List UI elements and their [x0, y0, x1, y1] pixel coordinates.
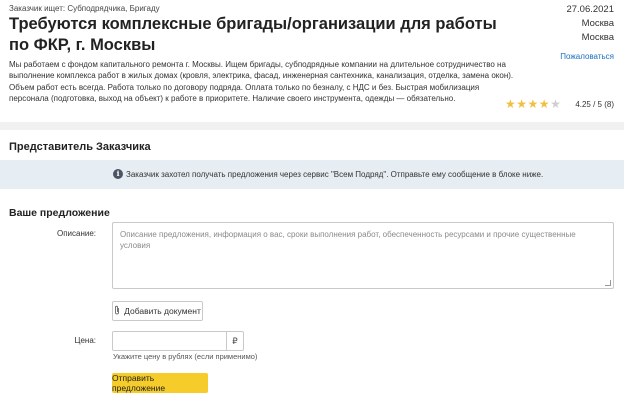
- order-date: 27.06.2021: [566, 4, 614, 15]
- star-icon: ★: [538, 97, 551, 111]
- price-input[interactable]: [113, 332, 226, 350]
- description-placeholder: Описание предложения, информация о вас, …: [120, 230, 576, 250]
- star-icon: ★: [527, 97, 539, 111]
- price-field: ₽: [112, 331, 244, 351]
- price-hint: Укажите цену в рублях (если применимо): [113, 352, 258, 361]
- notice-banner: i Заказчик захотел получать предложения …: [0, 160, 624, 189]
- notice-text: Заказчик захотел получать предложения че…: [126, 170, 544, 179]
- rating-value: 4.25 / 5 (8): [575, 100, 614, 109]
- add-document-label: Добавить документ: [124, 306, 201, 316]
- complain-link[interactable]: Пожаловаться: [560, 52, 614, 61]
- order-title: Требуются комплексные бригады/организаци…: [9, 15, 497, 54]
- order-city: Москва: [581, 18, 614, 29]
- rating-stars: ★★★★★: [505, 97, 561, 111]
- price-label: Цена:: [74, 336, 96, 345]
- description-textarea[interactable]: Описание предложения, информация о вас, …: [112, 222, 614, 289]
- star-icon: ★: [550, 97, 562, 111]
- description-label: Описание:: [56, 229, 96, 238]
- offer-title: Ваше предложение: [9, 207, 110, 219]
- submit-offer-button[interactable]: Отправить предложение: [112, 373, 208, 393]
- paperclip-icon: [114, 305, 120, 317]
- order-region: Москва: [581, 32, 614, 43]
- star-icon: ★: [516, 97, 528, 111]
- representative-title: Представитель Заказчика: [9, 141, 151, 153]
- order-card: Заказчик ищет: Субподрядчика, Бригаду Тр…: [0, 0, 624, 122]
- offer-card: Представитель Заказчика i Заказчик захот…: [0, 130, 624, 395]
- order-description: Мы работаем с фондом капитального ремонт…: [9, 60, 514, 104]
- ruble-icon: ₽: [226, 332, 243, 350]
- customer-looking-for: Заказчик ищет: Субподрядчика, Бригаду: [9, 4, 160, 13]
- star-icon: ★: [505, 97, 517, 111]
- info-icon: i: [113, 169, 123, 179]
- add-document-button[interactable]: Добавить документ: [112, 301, 203, 321]
- resize-handle-icon[interactable]: [605, 280, 611, 286]
